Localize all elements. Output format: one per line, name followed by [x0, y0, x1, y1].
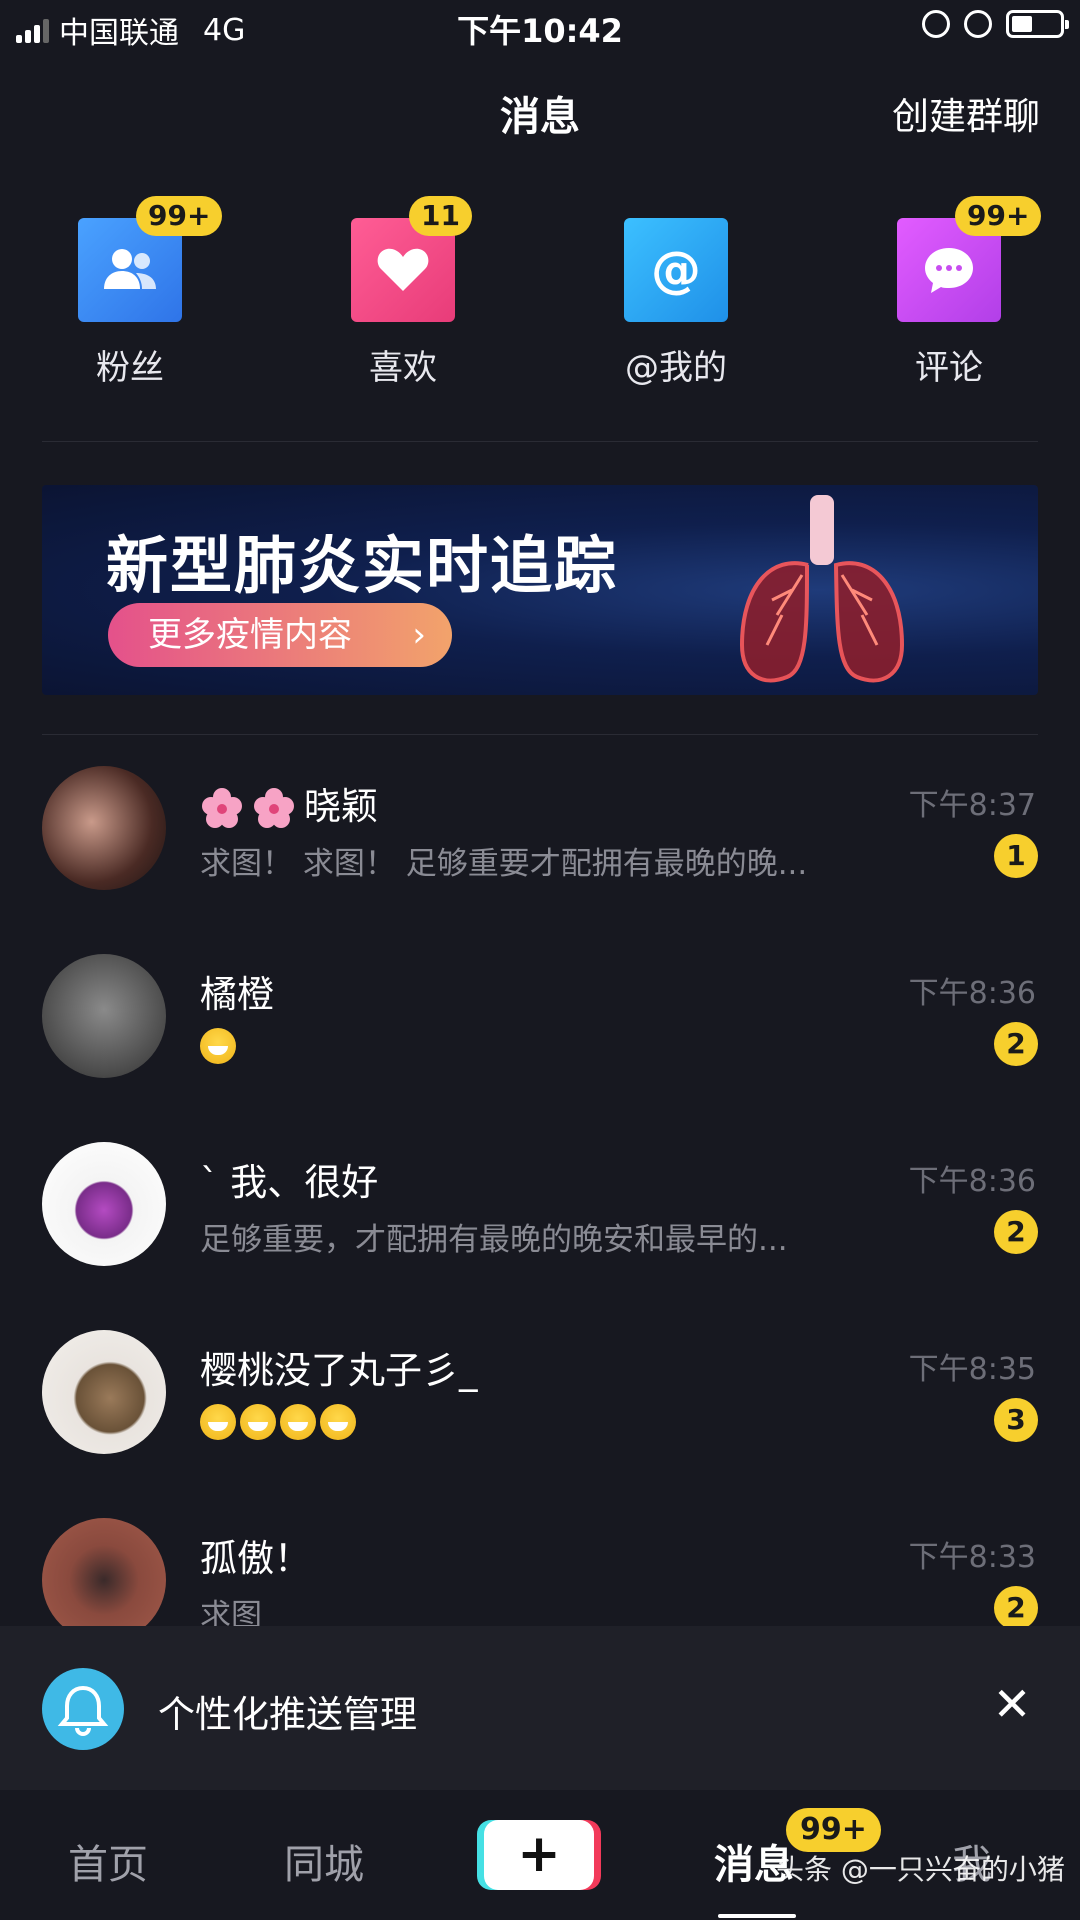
avatar: [42, 766, 166, 890]
rotation-lock-icon: [922, 10, 950, 38]
contact-name: 橘橙: [200, 973, 274, 1016]
alarm-icon: [964, 10, 992, 38]
tile-label: 喜欢: [369, 348, 437, 388]
grinning-emoji-icon: [280, 1403, 316, 1440]
avatar: [42, 1330, 166, 1454]
avatar: [42, 1518, 166, 1642]
grinning-emoji-icon: [320, 1403, 356, 1440]
avatar: [42, 1142, 166, 1266]
status-time: 下午10:42: [457, 12, 623, 50]
avatar: [42, 954, 166, 1078]
tab-home[interactable]: 首页: [68, 1832, 148, 1890]
header: 消息 创建群聊: [0, 78, 1080, 148]
tile-label: @我的: [625, 348, 727, 388]
grinning-emoji-icon: [200, 1027, 236, 1064]
list-item[interactable]: 晓颖 求图！ 求图！ 足够重要才配拥有最晚的晚... 下午8:37 1: [0, 760, 1080, 910]
create-group-button[interactable]: 创建群聊: [892, 86, 1040, 140]
tile-badge: 99+: [136, 196, 223, 236]
tile-likes[interactable]: 11 喜欢: [333, 196, 473, 389]
contact-name: ˋ 我、很好: [200, 1161, 379, 1204]
heart-icon: 11: [351, 196, 472, 322]
contact-name: 樱桃没了丸子彡_: [200, 1349, 478, 1392]
banner-button-label: 更多疫情内容: [148, 615, 352, 655]
message-time: 下午8:33: [908, 1540, 1036, 1575]
tile-comments[interactable]: 99+ 评论: [879, 196, 1042, 389]
grinning-emoji-icon: [200, 1403, 236, 1440]
tab-local[interactable]: 同城: [284, 1832, 364, 1890]
tile-label: 粉丝: [96, 348, 164, 388]
divider: [42, 734, 1038, 735]
comment-icon: 99+: [897, 196, 1042, 322]
contact-name: 晓颖: [200, 776, 378, 831]
cherry-blossom-icon: [202, 787, 242, 828]
tile-badge: 11: [409, 196, 472, 236]
push-management-label: 个性化推送管理: [158, 1693, 417, 1736]
unread-badge: 2: [994, 1210, 1038, 1254]
tile-fans[interactable]: 99+ 粉丝: [60, 196, 223, 389]
message-preview: 求图！ 求图！ 足够重要才配拥有最晚的晚...: [200, 846, 808, 882]
cherry-blossom-icon: [254, 787, 294, 828]
messages-tab-badge: 99+: [786, 1808, 881, 1852]
unread-badge: 1: [994, 834, 1038, 878]
message-time: 下午8:36: [908, 976, 1036, 1011]
contact-name-text: 晓颖: [304, 785, 378, 828]
push-management-bar[interactable]: 个性化推送管理 ✕: [0, 1626, 1080, 1790]
tile-label: 评论: [915, 348, 983, 388]
grinning-emoji-icon: [240, 1403, 276, 1440]
epidemic-banner[interactable]: 新型肺炎实时追踪 更多疫情内容 ›: [42, 485, 1038, 695]
active-tab-indicator: [718, 1914, 796, 1918]
unread-badge: 2: [994, 1022, 1038, 1066]
watermark: 头条 @一只兴奋的小猪: [776, 1853, 1065, 1886]
tile-mentions[interactable]: @ @我的: [606, 218, 746, 389]
tile-badge: 99+: [955, 196, 1042, 236]
list-item[interactable]: 樱桃没了丸子彡_ 下午8:35 3: [0, 1324, 1080, 1474]
close-icon[interactable]: ✕: [984, 1676, 1040, 1732]
battery-icon: [1006, 10, 1069, 38]
create-post-button[interactable]: +: [484, 1820, 594, 1890]
at-icon: @: [624, 218, 728, 322]
divider: [42, 441, 1038, 442]
list-item[interactable]: ˋ 我、很好 足够重要，才配拥有最晚的晚安和最早的... 下午8:36 2: [0, 1136, 1080, 1286]
unread-badge: 3: [994, 1398, 1038, 1442]
lungs-icon: [739, 495, 905, 683]
message-preview: 足够重要，才配拥有最晚的晚安和最早的...: [200, 1222, 788, 1258]
message-preview: [200, 1026, 240, 1064]
message-preview: [200, 1402, 360, 1440]
chevron-right-icon: ›: [412, 615, 426, 655]
quick-tiles: 99+ 粉丝 11 喜欢 @ @我的 99+ 评论: [0, 196, 1080, 398]
bell-icon: [42, 1668, 124, 1750]
message-time: 下午8:36: [908, 1164, 1036, 1199]
unread-badge: 2: [994, 1586, 1038, 1630]
banner-headline: 新型肺炎实时追踪: [106, 529, 619, 602]
status-bar: 中国联通 4G 下午10:42: [0, 0, 1080, 56]
contact-name: 孤傲！: [200, 1537, 311, 1580]
list-item[interactable]: 橘橙 下午8:36 2: [0, 948, 1080, 1098]
message-time: 下午8:35: [908, 1352, 1036, 1387]
message-time: 下午8:37: [908, 788, 1036, 823]
banner-more-button[interactable]: 更多疫情内容 ›: [108, 603, 452, 667]
fans-icon: 99+: [78, 196, 223, 322]
